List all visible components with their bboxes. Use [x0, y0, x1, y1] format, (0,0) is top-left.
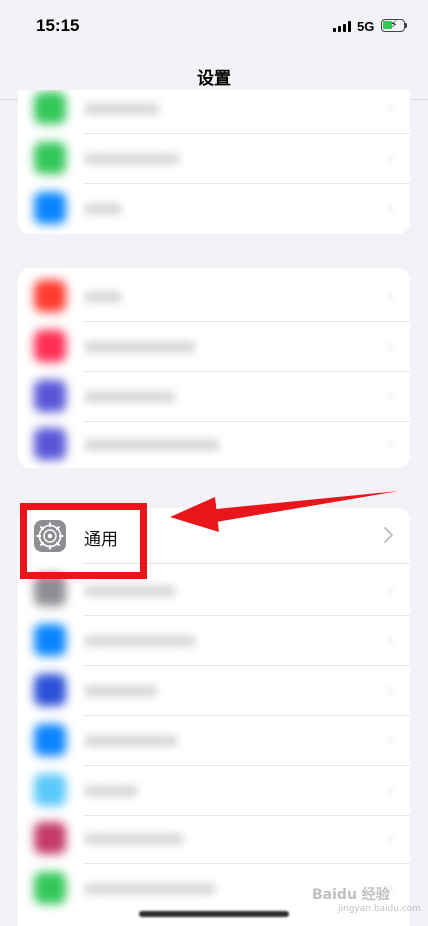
network-type: 5G — [357, 19, 375, 34]
battery-charging-icon: ⚡ — [381, 18, 405, 32]
app-icon — [34, 774, 66, 806]
chevron-right-icon: › — [386, 98, 394, 119]
blurred-label — [84, 103, 160, 115]
app-icon — [34, 330, 66, 362]
blurred-label — [84, 341, 196, 353]
list-item[interactable]: › — [18, 322, 410, 372]
chevron-right-icon: › — [386, 580, 394, 601]
home-indicator[interactable] — [139, 911, 289, 917]
chevron-right-icon: › — [386, 386, 394, 407]
blurred-label — [84, 785, 138, 797]
app-icon — [34, 92, 66, 124]
app-icon — [34, 380, 66, 412]
blurred-label — [84, 153, 180, 165]
list-item[interactable]: › — [18, 666, 410, 716]
blurred-label — [84, 635, 196, 647]
chevron-right-icon: › — [386, 148, 394, 169]
app-icon — [34, 822, 66, 854]
blurred-label — [84, 439, 220, 451]
chevron-right-icon: › — [386, 630, 394, 651]
blurred-label — [84, 735, 178, 747]
highlight-box — [20, 503, 147, 579]
chevron-right-icon: › — [386, 828, 394, 849]
chevron-right-icon: › — [386, 730, 394, 751]
list-item[interactable]: › — [18, 90, 410, 134]
app-icon — [34, 674, 66, 706]
blurred-label — [84, 203, 122, 215]
list-item[interactable]: › — [18, 372, 410, 422]
list-item[interactable]: › — [18, 134, 410, 184]
list-item[interactable]: › — [18, 420, 410, 468]
chevron-right-icon: › — [386, 198, 394, 219]
list-item[interactable]: › — [18, 766, 410, 816]
app-icon — [34, 428, 66, 460]
chevron-right-icon: › — [386, 434, 394, 455]
blurred-label — [84, 883, 216, 895]
app-icon — [34, 280, 66, 312]
battery-tip — [405, 23, 407, 28]
blurred-label — [84, 291, 122, 303]
chevron-right-icon: › — [386, 780, 394, 801]
chevron-right-icon: › — [386, 336, 394, 357]
app-icon — [34, 724, 66, 756]
settings-group-1: › › › — [18, 90, 410, 234]
status-time: 15:15 — [36, 16, 80, 35]
watermark-logo: Baidu 经验 — [312, 887, 390, 903]
app-icon — [34, 192, 66, 224]
app-icon — [34, 872, 66, 904]
chevron-right-icon — [382, 523, 396, 547]
blurred-label — [84, 833, 184, 845]
settings-group-2: › › › › — [18, 268, 410, 468]
blurred-label — [84, 585, 176, 597]
chevron-right-icon: › — [386, 680, 394, 701]
app-icon — [34, 142, 66, 174]
app-icon — [34, 624, 66, 656]
list-item[interactable]: › — [18, 716, 410, 766]
cellular-signal-icon — [333, 21, 351, 32]
list-item[interactable]: › — [18, 814, 410, 864]
list-item[interactable]: › — [18, 272, 410, 322]
watermark-url: jingyan.baidu.com — [338, 904, 422, 914]
page-title: 设置 — [197, 69, 231, 89]
blurred-label — [84, 391, 176, 403]
chevron-right-icon: › — [386, 286, 394, 307]
list-item[interactable]: › — [18, 184, 410, 234]
list-item[interactable]: › — [18, 616, 410, 666]
status-bar: 15:15 5G ⚡ — [0, 0, 428, 54]
blurred-label — [84, 685, 158, 697]
